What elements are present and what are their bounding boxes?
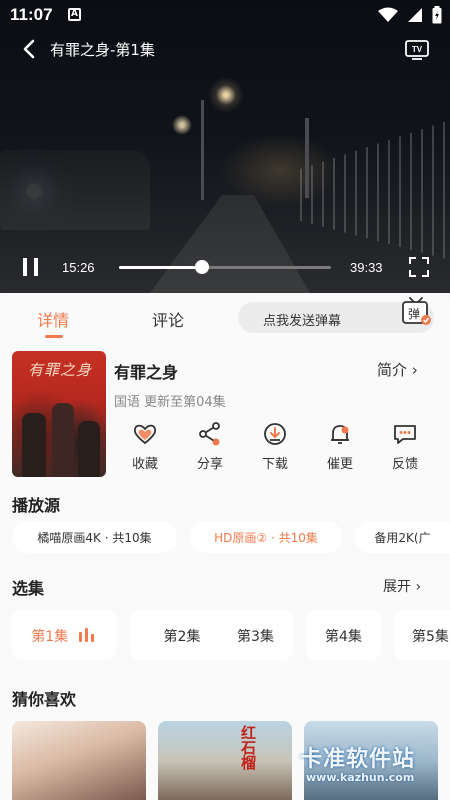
tab-detail[interactable]: 详情 bbox=[37, 307, 69, 331]
chevron-right-icon: › bbox=[411, 361, 418, 379]
source-chip-selected[interactable]: HD原画② · 共10集 bbox=[190, 521, 342, 553]
tab-comments[interactable]: 评论 bbox=[152, 307, 184, 331]
poster-figure bbox=[52, 403, 74, 477]
action-label: 催更 bbox=[326, 457, 353, 472]
action-label: 反馈 bbox=[391, 457, 418, 472]
status-icons bbox=[378, 6, 442, 24]
progress-thumb[interactable] bbox=[194, 260, 209, 274]
content-panel: 详情 评论 点我发送弹幕 弹 有罪之身 有罪之身 简介 › 国语 更新至第04集… bbox=[0, 293, 450, 800]
poster-title: 有罪之身 bbox=[28, 361, 93, 379]
recommend-card[interactable] bbox=[12, 721, 146, 800]
episode-label: 第1集 bbox=[31, 629, 69, 645]
total-time: 39:33 bbox=[350, 260, 383, 275]
watermark-url: www.kazhun.com bbox=[306, 771, 415, 784]
video-street-pole bbox=[305, 118, 309, 198]
danmaku-toggle-icon[interactable]: 弹 bbox=[399, 297, 433, 327]
chevron-right-icon: › bbox=[415, 579, 422, 595]
fullscreen-icon[interactable] bbox=[408, 256, 430, 278]
episode-item[interactable]: 第3集 bbox=[218, 610, 293, 660]
bell-icon bbox=[331, 425, 349, 444]
poster-figure bbox=[22, 413, 46, 477]
source-chip[interactable]: 备用2K(广 bbox=[355, 521, 450, 553]
intro-label: 简介 bbox=[377, 361, 408, 379]
source-chip[interactable]: 橘喵原画4K · 共10集 bbox=[12, 521, 177, 553]
video-title: 有罪之身-第1集 bbox=[50, 41, 155, 59]
feedback-icon bbox=[394, 425, 416, 444]
player-controls: 15:26 39:33 bbox=[0, 250, 450, 286]
recommend-poster-text: 红石榴 bbox=[239, 725, 257, 770]
pause-icon[interactable] bbox=[20, 256, 42, 278]
share-button[interactable]: 分享 bbox=[185, 421, 235, 472]
expand-episodes[interactable]: 展开 › bbox=[383, 576, 421, 596]
action-label: 分享 bbox=[196, 457, 223, 472]
action-label: 收藏 bbox=[131, 457, 158, 472]
favorite-button[interactable]: 收藏 bbox=[120, 421, 170, 472]
request-update-button[interactable]: 催更 bbox=[315, 421, 365, 472]
feedback-button[interactable]: 反馈 bbox=[380, 421, 430, 472]
action-label: 下载 bbox=[261, 457, 288, 472]
sources-title: 播放源 bbox=[12, 496, 61, 515]
episode-item-selected[interactable]: 第1集 bbox=[12, 610, 116, 660]
danmaku-icon-label: 弹 bbox=[408, 307, 420, 321]
intro-link[interactable]: 简介 › bbox=[377, 359, 418, 380]
episode-item[interactable]: 第4集 bbox=[306, 610, 381, 660]
video-car bbox=[0, 150, 150, 230]
status-indicator: A bbox=[68, 8, 81, 21]
download-icon bbox=[264, 423, 286, 445]
tab-underline bbox=[45, 335, 63, 338]
wifi-icon bbox=[378, 7, 398, 22]
status-time: 11:07 bbox=[10, 5, 53, 24]
svg-text:TV: TV bbox=[412, 45, 423, 54]
episodes-title: 选集 bbox=[12, 579, 45, 598]
heart-icon bbox=[133, 424, 157, 445]
show-name: 有罪之身 bbox=[114, 363, 179, 382]
recommend-card[interactable]: 红石榴 bbox=[158, 721, 292, 800]
poster-figure bbox=[78, 421, 100, 477]
battery-icon bbox=[432, 6, 442, 24]
playing-bars-icon bbox=[78, 628, 97, 646]
show-meta: 国语 更新至第04集 bbox=[114, 395, 226, 410]
download-button[interactable]: 下载 bbox=[250, 421, 300, 472]
status-bar: 11:07 A bbox=[0, 0, 450, 32]
signal-icon bbox=[408, 8, 422, 22]
recommend-title: 猜你喜欢 bbox=[12, 690, 77, 709]
share-icon bbox=[199, 422, 220, 446]
episode-item[interactable]: 第5集 bbox=[394, 610, 450, 660]
expand-label: 展开 bbox=[383, 579, 411, 595]
show-poster[interactable]: 有罪之身 bbox=[12, 351, 106, 477]
progress-fill bbox=[119, 266, 202, 269]
video-player[interactable]: 11:07 A 有罪之身-第1集 TV 15:26 39:33 bbox=[0, 0, 450, 293]
danmaku-placeholder: 点我发送弹幕 bbox=[263, 314, 342, 329]
back-arrow-icon[interactable] bbox=[18, 36, 40, 62]
player-title-bar: 有罪之身-第1集 TV bbox=[0, 34, 450, 64]
watermark-text: 卡准软件站 bbox=[300, 747, 416, 772]
progress-slider[interactable] bbox=[119, 260, 331, 274]
video-street-pole bbox=[201, 100, 204, 200]
current-time: 15:26 bbox=[62, 260, 95, 275]
tv-cast-icon[interactable]: TV bbox=[404, 36, 430, 62]
episode-label: 第5集 bbox=[412, 629, 449, 645]
